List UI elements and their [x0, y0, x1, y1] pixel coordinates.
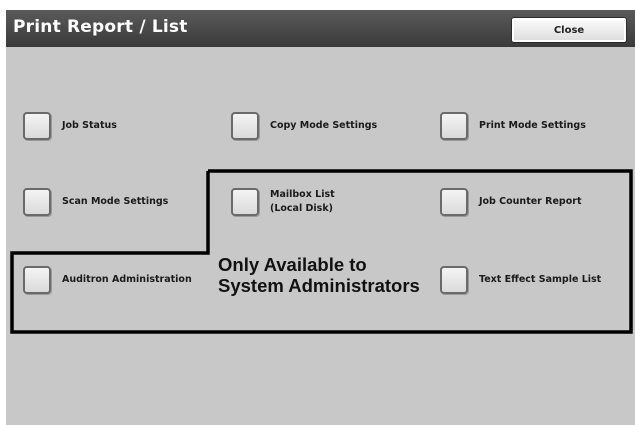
option-print-mode-settings[interactable]: Print Mode Settings [440, 112, 586, 140]
checkbox[interactable] [440, 188, 468, 216]
option-job-status[interactable]: Job Status [23, 112, 117, 140]
option-copy-mode-settings[interactable]: Copy Mode Settings [231, 112, 377, 140]
checkbox[interactable] [23, 112, 51, 140]
option-label-line-2: (Local Disk) [270, 203, 333, 214]
option-mailbox-list[interactable]: Mailbox List (Local Disk) [231, 188, 335, 216]
option-label: Text Effect Sample List [479, 274, 602, 285]
checkbox[interactable] [440, 112, 468, 140]
admin-only-region-outline [10, 169, 633, 334]
admin-note-line-2: System Administrators [218, 275, 420, 296]
option-text-effect-sample-list[interactable]: Text Effect Sample List [440, 266, 601, 294]
option-label: Auditron Administration [62, 274, 192, 285]
checkbox[interactable] [23, 266, 51, 294]
print-report-list-screen: Print Report / List Close Job Status Cop… [6, 10, 635, 425]
option-label: Scan Mode Settings [62, 196, 169, 207]
checkbox[interactable] [440, 266, 468, 294]
close-button[interactable]: Close [511, 17, 627, 43]
option-label: Job Status [62, 120, 117, 131]
checkbox[interactable] [23, 188, 51, 216]
option-auditron-administration[interactable]: Auditron Administration [23, 266, 192, 294]
option-label: Copy Mode Settings [270, 120, 378, 131]
option-label: Mailbox List (Local Disk) [270, 188, 335, 216]
option-job-counter-report[interactable]: Job Counter Report [440, 188, 581, 216]
option-label: Job Counter Report [479, 196, 582, 207]
admin-note-line-1: Only Available to [218, 254, 367, 275]
checkbox[interactable] [231, 112, 259, 140]
admin-only-note: Only Available to System Administrators [218, 254, 420, 296]
page-title: Print Report / List [13, 17, 188, 37]
checkbox[interactable] [231, 188, 259, 216]
title-bar: Print Report / List Close [6, 10, 635, 47]
option-label: Print Mode Settings [479, 120, 586, 131]
option-label-line-1: Mailbox List [270, 189, 335, 200]
option-scan-mode-settings[interactable]: Scan Mode Settings [23, 188, 168, 216]
